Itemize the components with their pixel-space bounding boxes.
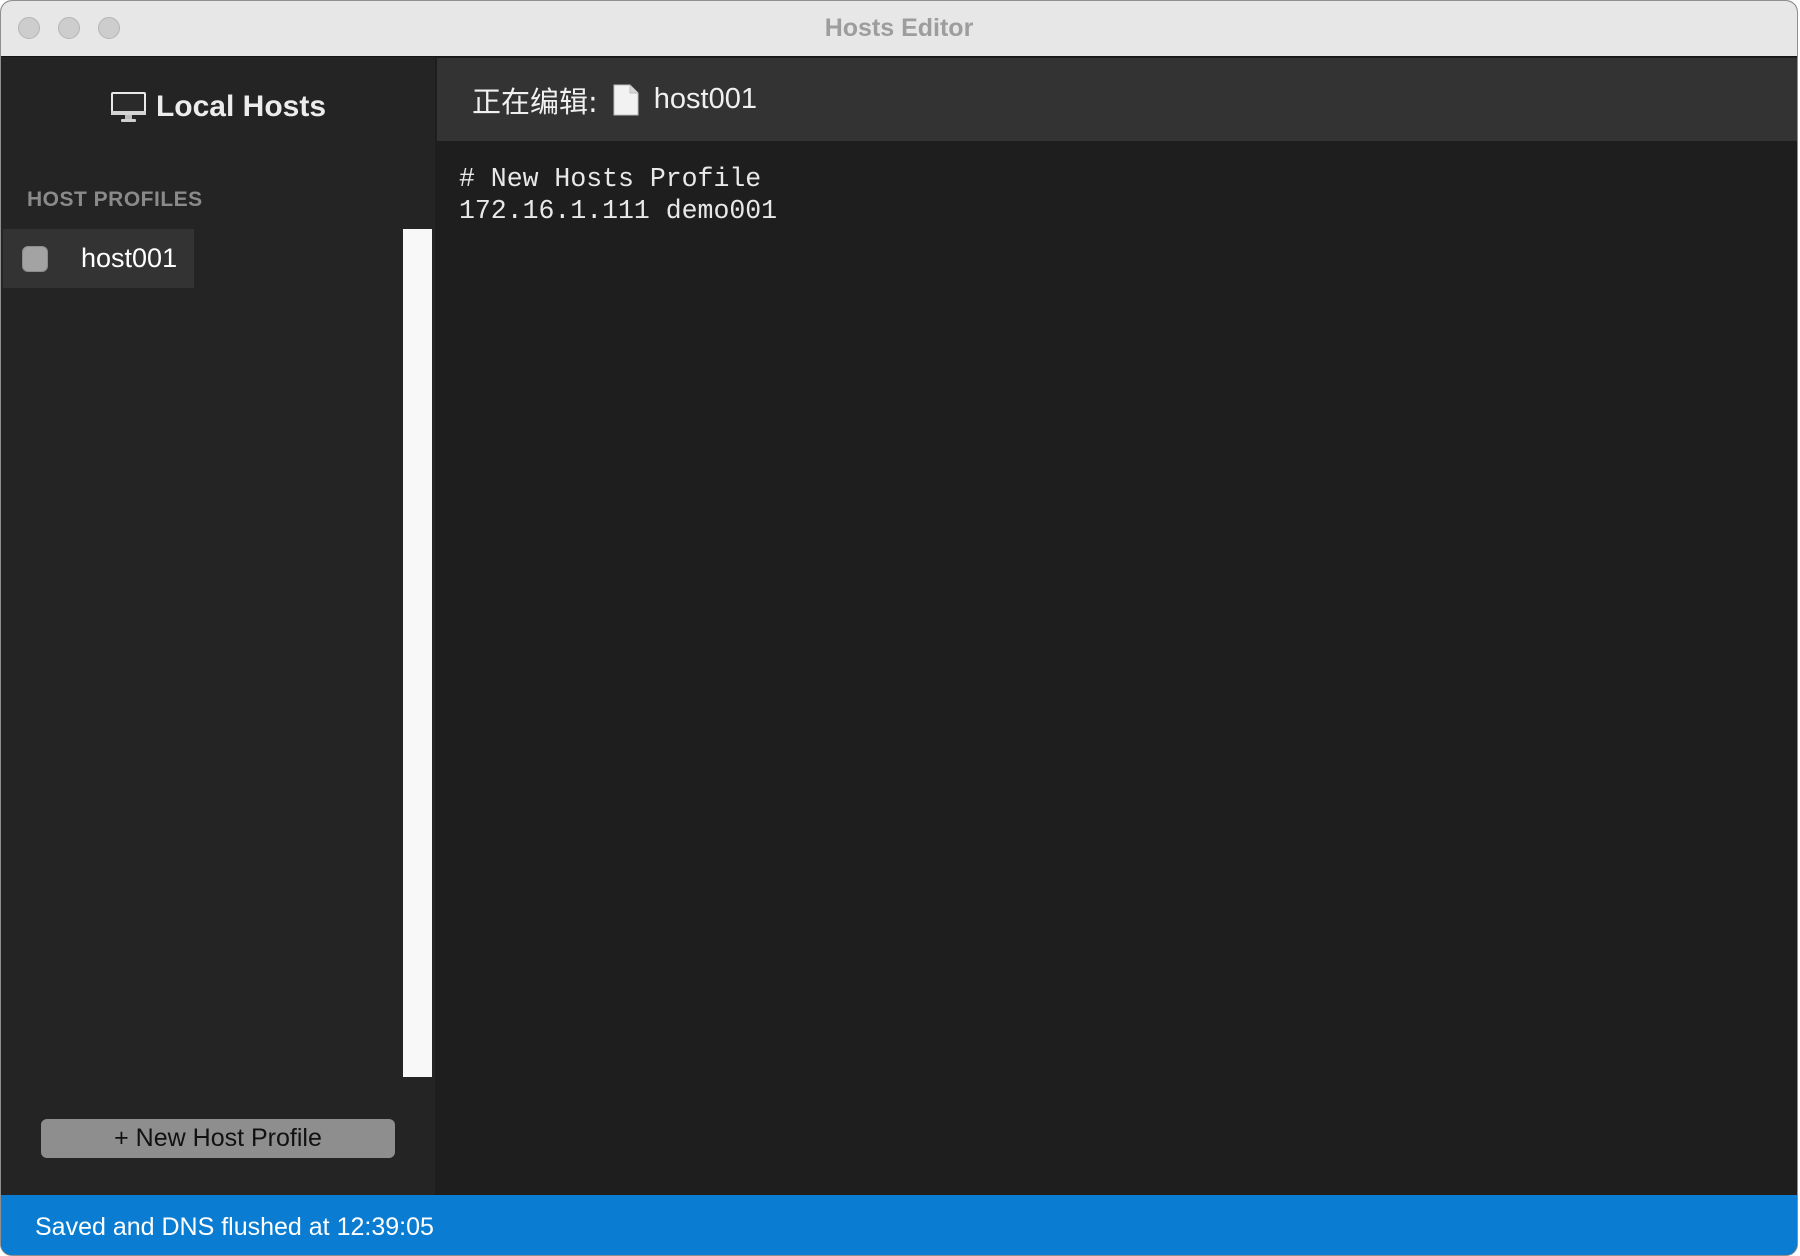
editing-label: 正在编辑: <box>472 84 598 119</box>
sidebar: Local Hosts HOST PROFILES host001 + New … <box>1 57 435 1195</box>
profile-list-item[interactable]: host001 <box>3 229 194 288</box>
sidebar-header: Local Hosts <box>1 83 435 131</box>
document-icon <box>613 84 639 115</box>
sidebar-title: Local Hosts <box>155 90 327 123</box>
status-message: Saved and DNS flushed at 12:39:05 <box>35 1213 434 1241</box>
app-window: Hosts Editor Local Hosts HOST PROFILES h… <box>0 0 1798 1256</box>
profile-enable-checkbox[interactable] <box>22 246 48 272</box>
title-bar[interactable]: Hosts Editor <box>1 1 1797 57</box>
hosts-text-editor[interactable]: # New Hosts Profile 172.16.1.111 demo001 <box>459 163 1779 1173</box>
sidebar-scrollbar[interactable] <box>403 229 432 1077</box>
window-title: Hosts Editor <box>824 14 974 42</box>
monitor-icon <box>110 92 146 122</box>
editing-file-name: host001 <box>653 83 757 115</box>
profile-name: host001 <box>81 243 178 273</box>
editor-header: 正在编辑: host001 <box>437 58 1797 141</box>
editor-pane: # New Hosts Profile 172.16.1.111 demo001 <box>437 141 1797 1195</box>
new-host-profile-button[interactable]: + New Host Profile <box>41 1119 395 1158</box>
host-profiles-section-label: HOST PROFILES <box>27 188 203 211</box>
status-bar: Saved and DNS flushed at 12:39:05 <box>1 1195 1797 1255</box>
